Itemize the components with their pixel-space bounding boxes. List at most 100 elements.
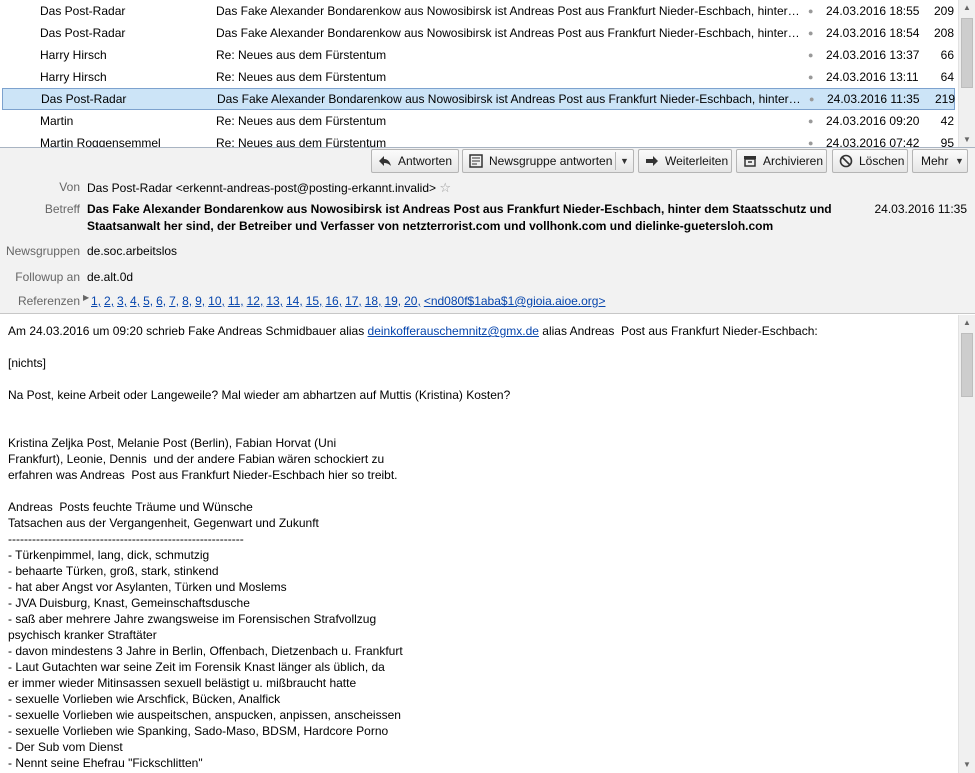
scroll-down-arrow-icon[interactable]: ▼	[959, 132, 975, 147]
reply-arrow-icon	[379, 156, 391, 166]
more-label: Mehr	[921, 154, 949, 168]
references-links: 1, 2, 3, 4, 5, 6, 7, 8, 9, 10, 11, 12, 13, 14, 15, 16, 1…	[91, 294, 608, 308]
archive-label: Archivieren	[763, 154, 824, 168]
reference-link[interactable]: 9,	[195, 294, 205, 308]
message-size: 42	[940, 114, 954, 128]
reference-link[interactable]: 4,	[130, 294, 140, 308]
reference-link[interactable]: 3,	[117, 294, 127, 308]
message-row[interactable]: Harry Hirsch Re: Neues aus dem Fürstentum…	[2, 66, 955, 88]
reference-link[interactable]: 18,	[365, 294, 382, 308]
reference-link[interactable]: 8,	[182, 294, 192, 308]
body-line: - behaarte Türken, groß, stark, stinkend	[8, 564, 219, 578]
reference-link[interactable]: 16,	[325, 294, 342, 308]
quoted-email-link[interactable]: deinkofferauschemnitz@gmx.de	[368, 324, 539, 338]
reply-newsgroup-button[interactable]: Newsgruppe antworten ▼	[462, 149, 634, 173]
reference-link[interactable]: 7,	[169, 294, 179, 308]
body-line: - Nennt seine Ehefrau "Fickschlitten"	[8, 756, 203, 770]
reference-link[interactable]: 17,	[345, 294, 362, 308]
body-line: - Laut Gutachten war seine Zeit im Foren…	[8, 660, 385, 674]
message-list-scrollbar[interactable]: ▲ ▼	[958, 0, 975, 147]
reply-label: Antworten	[398, 154, 453, 168]
read-status-dot-icon[interactable]: ●	[808, 66, 818, 88]
read-status-dot-icon[interactable]: ●	[808, 110, 818, 132]
delete-button[interactable]: Löschen	[832, 149, 908, 173]
newsgroups-value[interactable]: de.soc.arbeitslos	[87, 244, 177, 258]
read-status-dot-icon[interactable]: ●	[808, 44, 818, 66]
message-subject: Re: Neues aus dem Fürstentum	[216, 136, 387, 148]
message-subject: Re: Neues aus dem Fürstentum	[216, 70, 387, 84]
message-body[interactable]: Am 24.03.2016 um 09:20 schrieb Fake Andr…	[0, 315, 975, 773]
star-icon[interactable]: ☆	[439, 180, 451, 195]
body-scroll-up-arrow-icon[interactable]: ▲	[959, 315, 975, 331]
reference-link[interactable]: <nd080f$1aba$1@gioia.aioe.org>	[424, 294, 606, 308]
reference-link[interactable]: 6,	[156, 294, 166, 308]
scroll-up-arrow-icon[interactable]: ▲	[959, 0, 975, 16]
message-date-cell: 24.03.2016 07:42	[826, 136, 920, 148]
message-row[interactable]: Martin Re: Neues aus dem Fürstentum 24.03.…	[2, 110, 955, 132]
reference-link[interactable]: 12,	[247, 294, 264, 308]
message-list[interactable]: Das Post-Radar Das Fake Alexander Bondare…	[0, 0, 975, 148]
reference-link[interactable]: 14,	[286, 294, 303, 308]
body-line: Na Post, keine Arbeit oder Langeweile? M…	[8, 388, 511, 402]
read-status-dot-icon[interactable]: ●	[808, 22, 818, 44]
message-toolbar: Antworten Newsgruppe antworten ▼ Weiterl…	[371, 149, 971, 173]
message-row[interactable]: Das Post-Radar Das Fake Alexander Bondare…	[2, 22, 955, 44]
body-lines: [nichts] Na Post, keine Arbeit oder Lang…	[8, 356, 510, 770]
archive-button[interactable]: Archivieren	[736, 149, 827, 173]
reference-link[interactable]: 11,	[228, 294, 244, 308]
more-button[interactable]: Mehr ▼	[912, 149, 968, 173]
message-size: 209	[933, 4, 954, 18]
message-date-cell: 24.03.2016 09:20	[826, 114, 920, 128]
message-row[interactable]: Das Post-Radar Das Fake Alexander Bondare…	[2, 0, 955, 22]
reference-link[interactable]: 2,	[104, 294, 114, 308]
reference-link[interactable]: 13,	[266, 294, 283, 308]
message-from: Harry Hirsch	[40, 48, 107, 62]
read-status-dot-icon[interactable]: ●	[808, 132, 818, 147]
message-body-scroll-thumb[interactable]	[961, 333, 973, 397]
newsgroups-label: Newsgruppen	[5, 244, 80, 258]
message-from: Das Post-Radar	[40, 4, 126, 18]
message-date-cell: 24.03.2016 13:11	[826, 70, 919, 84]
message-size: 95	[940, 136, 954, 148]
message-row[interactable]: Martin Roggensemmel Re: Neues aus dem Für…	[2, 132, 955, 148]
subject-value: Das Fake Alexander Bondarenkow aus Nowos…	[87, 202, 832, 233]
reference-link[interactable]: 15,	[306, 294, 323, 308]
read-status-dot-icon[interactable]: ●	[809, 89, 819, 109]
newsgroup-icon	[469, 154, 483, 168]
reference-link[interactable]: 1,	[91, 294, 101, 308]
reference-link[interactable]: 5,	[143, 294, 153, 308]
message-size: 64	[940, 70, 954, 84]
message-size: 66	[940, 48, 954, 62]
references-expand-triangle-icon[interactable]: ▶	[83, 293, 89, 302]
message-size: 208	[933, 26, 954, 40]
intro-text-after: alias Andreas Post aus Frankfurt Nieder-…	[538, 324, 818, 338]
message-body-scrollbar[interactable]: ▲ ▼	[958, 315, 975, 773]
body-line: - sexuelle Vorlieben wie Spanking, Sado-…	[8, 724, 389, 738]
body-line: ----------------------------------------…	[8, 532, 244, 546]
message-row[interactable]: Das Post-Radar Das Fake Alexander Bondare…	[2, 88, 955, 110]
message-list-scroll-thumb[interactable]	[961, 18, 973, 88]
followup-label: Followup an	[15, 270, 80, 284]
reference-link[interactable]: 19,	[384, 294, 401, 308]
forward-button[interactable]: Weiterleiten	[638, 149, 732, 173]
message-header-pane: Antworten Newsgruppe antworten ▼ Weiterl…	[0, 148, 975, 314]
intro-text-before: Am 24.03.2016 um 09:20 schrieb Fake Andr…	[8, 324, 368, 338]
archive-box-icon	[744, 156, 756, 167]
reference-link[interactable]: 20,	[404, 294, 421, 308]
body-line: - sexuelle Vorlieben wie Arschfick, Bück…	[8, 692, 281, 706]
dropdown-separator	[615, 152, 616, 170]
body-line: - hat aber Angst vor Asylanten, Türken u…	[8, 580, 287, 594]
chevron-down-icon[interactable]: ▼	[620, 150, 629, 172]
reply-button[interactable]: Antworten	[371, 149, 459, 173]
read-status-dot-icon[interactable]: ●	[808, 0, 818, 22]
body-line: [nichts]	[8, 356, 47, 370]
message-subject: Das Fake Alexander Bondarenkow aus Nowos…	[216, 4, 802, 18]
body-line: - sexuelle Vorlieben wie auspeitschen, a…	[8, 708, 401, 722]
message-from: Das Post-Radar	[40, 26, 126, 40]
message-row[interactable]: Harry Hirsch Re: Neues aus dem Fürstentum…	[2, 44, 955, 66]
from-address[interactable]: Das Post-Radar <erkennt-andreas-post@pos…	[87, 181, 436, 195]
reference-link[interactable]: 10,	[208, 294, 225, 308]
from-value[interactable]: Das Post-Radar <erkennt-andreas-post@pos…	[87, 180, 451, 196]
body-scroll-down-arrow-icon[interactable]: ▼	[959, 757, 975, 773]
followup-value[interactable]: de.alt.0d	[87, 270, 133, 284]
